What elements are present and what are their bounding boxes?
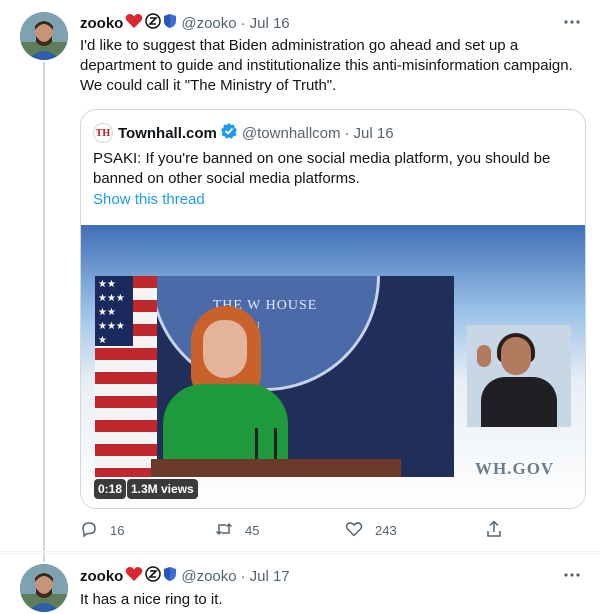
heart-icon (345, 520, 363, 541)
red-heart-icon (125, 13, 143, 33)
author-name[interactable]: zooko (80, 568, 123, 585)
share-button[interactable] (485, 519, 503, 541)
like-count: 243 (375, 522, 397, 538)
shield-icon (163, 566, 177, 586)
shield-icon (163, 13, 177, 33)
tweet-header: zooko @zooko · Jul 17 (80, 566, 290, 586)
quote-header: TH Townhall.com @townhallcom · Jul 16 (93, 123, 394, 143)
wh-gov-watermark: WH.GOV (475, 459, 555, 478)
separator: · (344, 124, 350, 142)
author-handle[interactable]: @zooko (181, 568, 236, 585)
sign-language-interpreter (467, 325, 571, 427)
retweet-button[interactable]: 45 (215, 520, 259, 540)
tweet-header: zooko @zooko · Jul 16 (80, 13, 290, 33)
tweet[interactable]: zooko @zooko · Jul 17 It has a nice ring… (0, 553, 600, 614)
zcash-icon (145, 13, 162, 33)
tweet[interactable]: zooko @zooko · Jul 16 I'd like to sugges… (0, 0, 600, 552)
reply-icon (80, 520, 98, 541)
retweet-icon (215, 520, 233, 541)
signer-hand (477, 345, 491, 367)
tweet-text: I'd like to suggest that Biden administr… (80, 37, 573, 94)
timestamp[interactable]: Jul 17 (250, 568, 290, 585)
separator: · (240, 567, 246, 585)
quote-author-name[interactable]: Townhall.com (118, 125, 217, 142)
quote-timestamp[interactable]: Jul 16 (354, 125, 394, 142)
signer-head (501, 337, 531, 375)
video-player[interactable]: THE W HOUSE ON ★★★★★★★★★★★ (81, 225, 585, 508)
red-heart-icon (125, 566, 143, 586)
show-thread-link[interactable]: Show this thread (93, 191, 205, 208)
reply-button[interactable]: 16 (80, 520, 124, 540)
quote-text: PSAKI: If you're banned on one social me… (93, 150, 551, 187)
author-name[interactable]: zooko (80, 15, 123, 32)
separator: · (240, 14, 246, 32)
timestamp[interactable]: Jul 16 (250, 15, 290, 32)
retweet-count: 45 (245, 522, 260, 538)
speaker-face (203, 320, 247, 378)
verified-icon (220, 122, 238, 144)
us-flag: ★★ ★★★ ★★ ★★★ ★ (95, 276, 157, 477)
share-icon (485, 519, 503, 541)
action-bar: 16 45 243 (80, 519, 510, 541)
quoted-tweet[interactable]: TH Townhall.com @townhallcom · Jul 16 PS… (80, 109, 586, 509)
author-handle[interactable]: @zooko (181, 15, 236, 32)
podium (151, 459, 401, 477)
microphones (255, 428, 277, 460)
zcash-icon (145, 566, 162, 586)
video-main-frame: THE W HOUSE ON ★★★★★★★★★★★ (95, 276, 454, 477)
video-duration: 0:18 (94, 479, 127, 499)
like-button[interactable]: 243 (345, 520, 397, 540)
quote-author-handle[interactable]: @townhallcom (242, 125, 341, 142)
more-options-icon[interactable] (562, 566, 582, 586)
video-views: 1.3M views (127, 479, 198, 499)
avatar[interactable] (20, 12, 68, 60)
more-options-icon[interactable] (562, 13, 582, 33)
tweet-text: It has a nice ring to it. (80, 591, 223, 608)
avatar[interactable] (20, 564, 68, 612)
signer-body (481, 377, 557, 427)
reply-count: 16 (110, 522, 125, 538)
townhall-logo: TH (93, 123, 113, 143)
flag-stars: ★★ ★★★ ★★ ★★★ ★ (95, 276, 133, 346)
